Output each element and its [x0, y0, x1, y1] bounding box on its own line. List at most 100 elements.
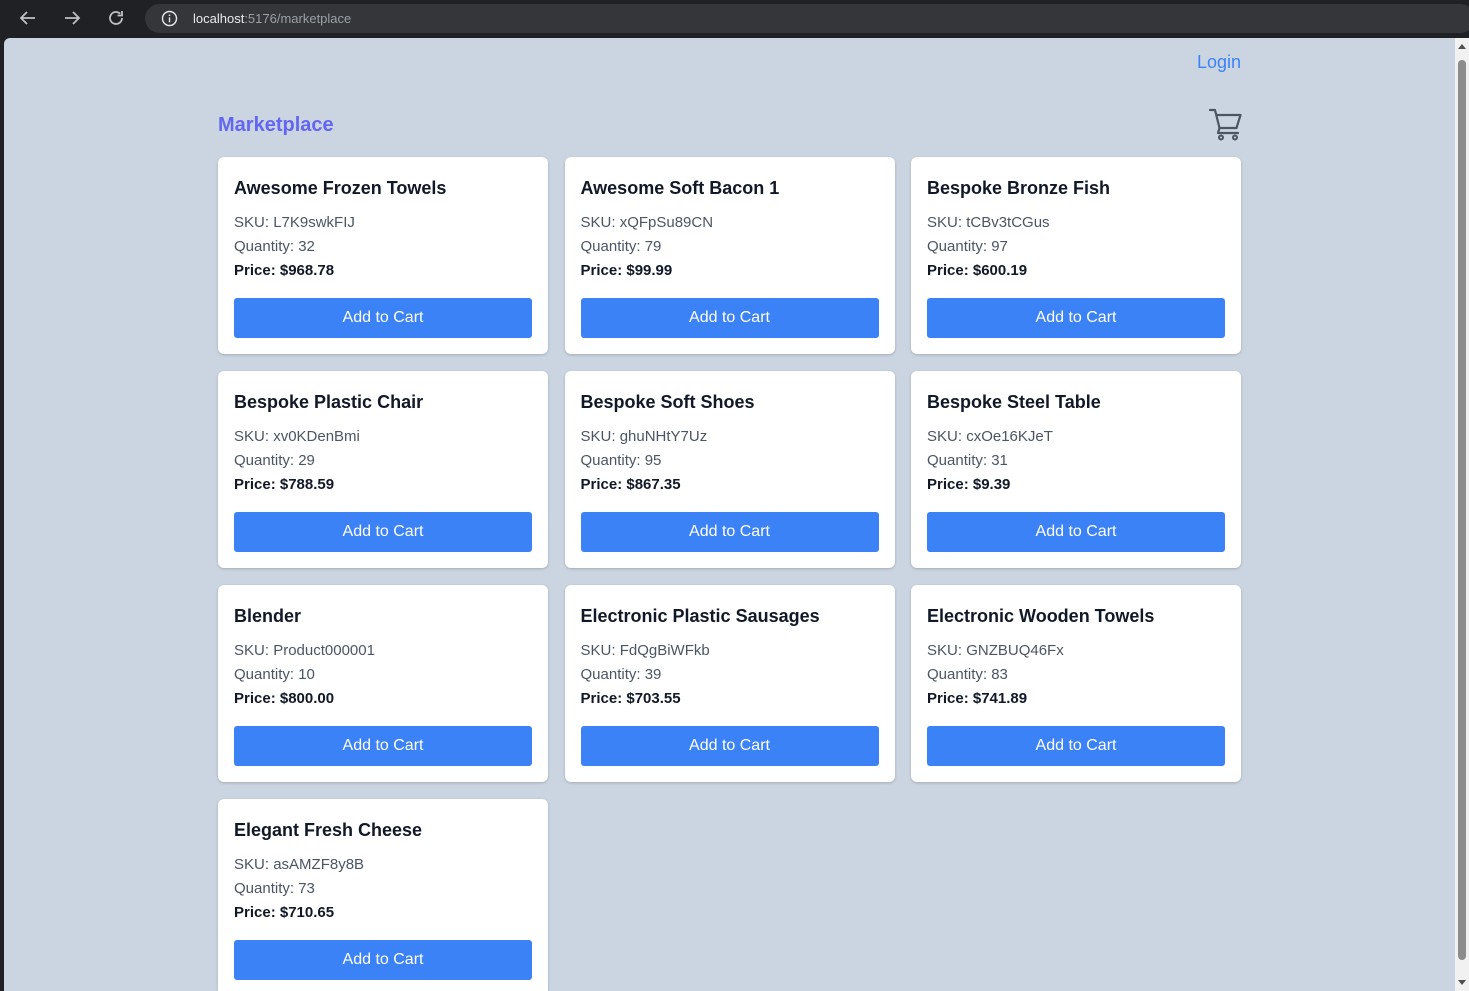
browser-toolbar: localhost:5176/marketplace [0, 0, 1469, 38]
add-to-cart-button[interactable]: Add to Cart [580, 726, 879, 766]
product-quantity: Quantity: 95 [581, 449, 879, 473]
product-quantity: Quantity: 73 [234, 877, 532, 901]
product-quantity: Quantity: 29 [234, 449, 532, 473]
product-quantity: Quantity: 39 [581, 663, 879, 687]
sku-label: SKU: [580, 428, 620, 445]
product-sku: SKU: xv0KDenBmi [234, 425, 532, 449]
product-price: Price: $800.00 [234, 687, 532, 711]
add-to-cart-button[interactable]: Add to Cart [234, 726, 532, 766]
add-to-cart-button[interactable]: Add to Cart [234, 298, 532, 338]
sku-label: SKU: [234, 856, 274, 873]
product-price: Price: $968.78 [234, 259, 532, 283]
sku-value: xv0KDenBmi [273, 428, 360, 445]
price-label: Price: [234, 476, 280, 493]
sku-value: GNZBUQ46Fx [966, 642, 1064, 659]
product-name: Bespoke Plastic Chair [234, 392, 424, 412]
product-name: Awesome Frozen Towels [234, 178, 447, 198]
cart-icon[interactable] [1208, 106, 1244, 142]
sku-label: SKU: [927, 642, 967, 659]
login-link[interactable]: Login [1197, 52, 1241, 73]
product-name: Bespoke Soft Shoes [580, 392, 755, 412]
sku-value: Product000001 [273, 642, 375, 659]
product-card: Awesome Soft Bacon 1 SKU: xQFpSu89CN Qua… [564, 157, 895, 354]
sku-label: SKU: [927, 428, 967, 445]
add-to-cart-button[interactable]: Add to Cart [927, 512, 1225, 552]
price-label: Price: [234, 262, 280, 279]
quantity-label: Quantity: [580, 452, 645, 469]
product-sku: SKU: ghuNHtY7Uz [581, 425, 879, 449]
product-sku: SKU: Product000001 [234, 639, 532, 663]
quantity-value: 95 [644, 452, 662, 469]
quantity-value: 29 [298, 452, 315, 469]
sku-value: tCBv3tCGus [966, 214, 1050, 231]
sku-label: SKU: [580, 214, 620, 231]
price-label: Price: [580, 690, 627, 707]
product-sku: SKU: tCBv3tCGus [927, 211, 1225, 235]
product-quantity: Quantity: 31 [927, 449, 1225, 473]
product-quantity: Quantity: 10 [234, 663, 532, 687]
product-card: Bespoke Soft Shoes SKU: ghuNHtY7Uz Quant… [564, 371, 895, 568]
add-to-cart-button[interactable]: Add to Cart [234, 940, 532, 980]
quantity-label: Quantity: [927, 666, 992, 683]
price-label: Price: [234, 904, 280, 921]
add-to-cart-button[interactable]: Add to Cart [580, 512, 879, 552]
price-value: $710.65 [279, 904, 335, 921]
url-text: localhost:5176/marketplace [193, 11, 351, 26]
add-to-cart-button[interactable]: Add to Cart [580, 298, 879, 338]
add-to-cart-button[interactable]: Add to Cart [927, 726, 1225, 766]
product-sku: SKU: xQFpSu89CN [581, 211, 879, 235]
address-bar[interactable]: localhost:5176/marketplace [145, 4, 1469, 33]
info-icon[interactable] [161, 10, 178, 27]
page-title: Marketplace [218, 114, 334, 136]
product-name: Elegant Fresh Cheese [234, 820, 423, 840]
sku-value: xQFpSu89CN [619, 214, 714, 231]
reload-icon [109, 11, 123, 25]
forward-button[interactable] [57, 4, 87, 32]
product-price: Price: $9.39 [927, 473, 1225, 497]
product-price: Price: $741.89 [927, 687, 1225, 711]
sku-label: SKU: [580, 642, 620, 659]
product-price: Price: $788.59 [234, 473, 532, 497]
scroll-down-arrow-icon[interactable] [1458, 980, 1466, 985]
price-value: $703.55 [626, 690, 681, 707]
price-label: Price: [234, 690, 280, 707]
scroll-up-arrow-icon[interactable] [1458, 44, 1466, 49]
price-label: Price: [927, 690, 973, 707]
price-value: $9.39 [972, 476, 1011, 493]
sku-label: SKU: [234, 428, 274, 445]
price-value: $800.00 [279, 690, 335, 707]
add-to-cart-button[interactable]: Add to Cart [927, 298, 1225, 338]
product-sku: SKU: L7K9swkFIJ [234, 211, 532, 235]
quantity-label: Quantity: [927, 238, 992, 255]
quantity-value: 10 [298, 666, 315, 683]
arrow-left-icon [19, 11, 35, 25]
quantity-label: Quantity: [234, 452, 299, 469]
quantity-value: 31 [991, 452, 1008, 469]
price-value: $968.78 [279, 262, 335, 279]
product-card: Electronic Wooden Towels SKU: GNZBUQ46Fx… [911, 585, 1241, 782]
product-price: Price: $710.65 [234, 901, 532, 925]
product-quantity: Quantity: 97 [927, 235, 1225, 259]
product-name: Bespoke Bronze Fish [927, 178, 1111, 198]
quantity-value: 73 [298, 880, 315, 897]
price-value: $741.89 [972, 690, 1028, 707]
back-button[interactable] [13, 4, 43, 32]
product-card: Elegant Fresh Cheese SKU: asAMZF8y8B Qua… [218, 799, 548, 991]
product-name: Electronic Wooden Towels [927, 606, 1155, 626]
product-price: Price: $99.99 [581, 259, 879, 283]
scrollbar-thumb[interactable] [1458, 60, 1466, 960]
product-name: Electronic Plastic Sausages [580, 606, 820, 626]
vertical-scrollbar[interactable] [1455, 38, 1469, 991]
quantity-label: Quantity: [234, 880, 299, 897]
product-quantity: Quantity: 32 [234, 235, 532, 259]
price-label: Price: [580, 476, 627, 493]
quantity-label: Quantity: [234, 238, 299, 255]
reload-button[interactable] [101, 4, 131, 32]
product-card: Bespoke Steel Table SKU: cxOe16KJeT Quan… [911, 371, 1241, 568]
add-to-cart-button[interactable]: Add to Cart [234, 512, 532, 552]
quantity-value: 32 [298, 238, 315, 255]
sku-value: FdQgBiWFkb [619, 642, 710, 659]
url-host: localhost [193, 11, 245, 26]
product-sku: SKU: FdQgBiWFkb [581, 639, 879, 663]
price-value: $867.35 [626, 476, 681, 493]
